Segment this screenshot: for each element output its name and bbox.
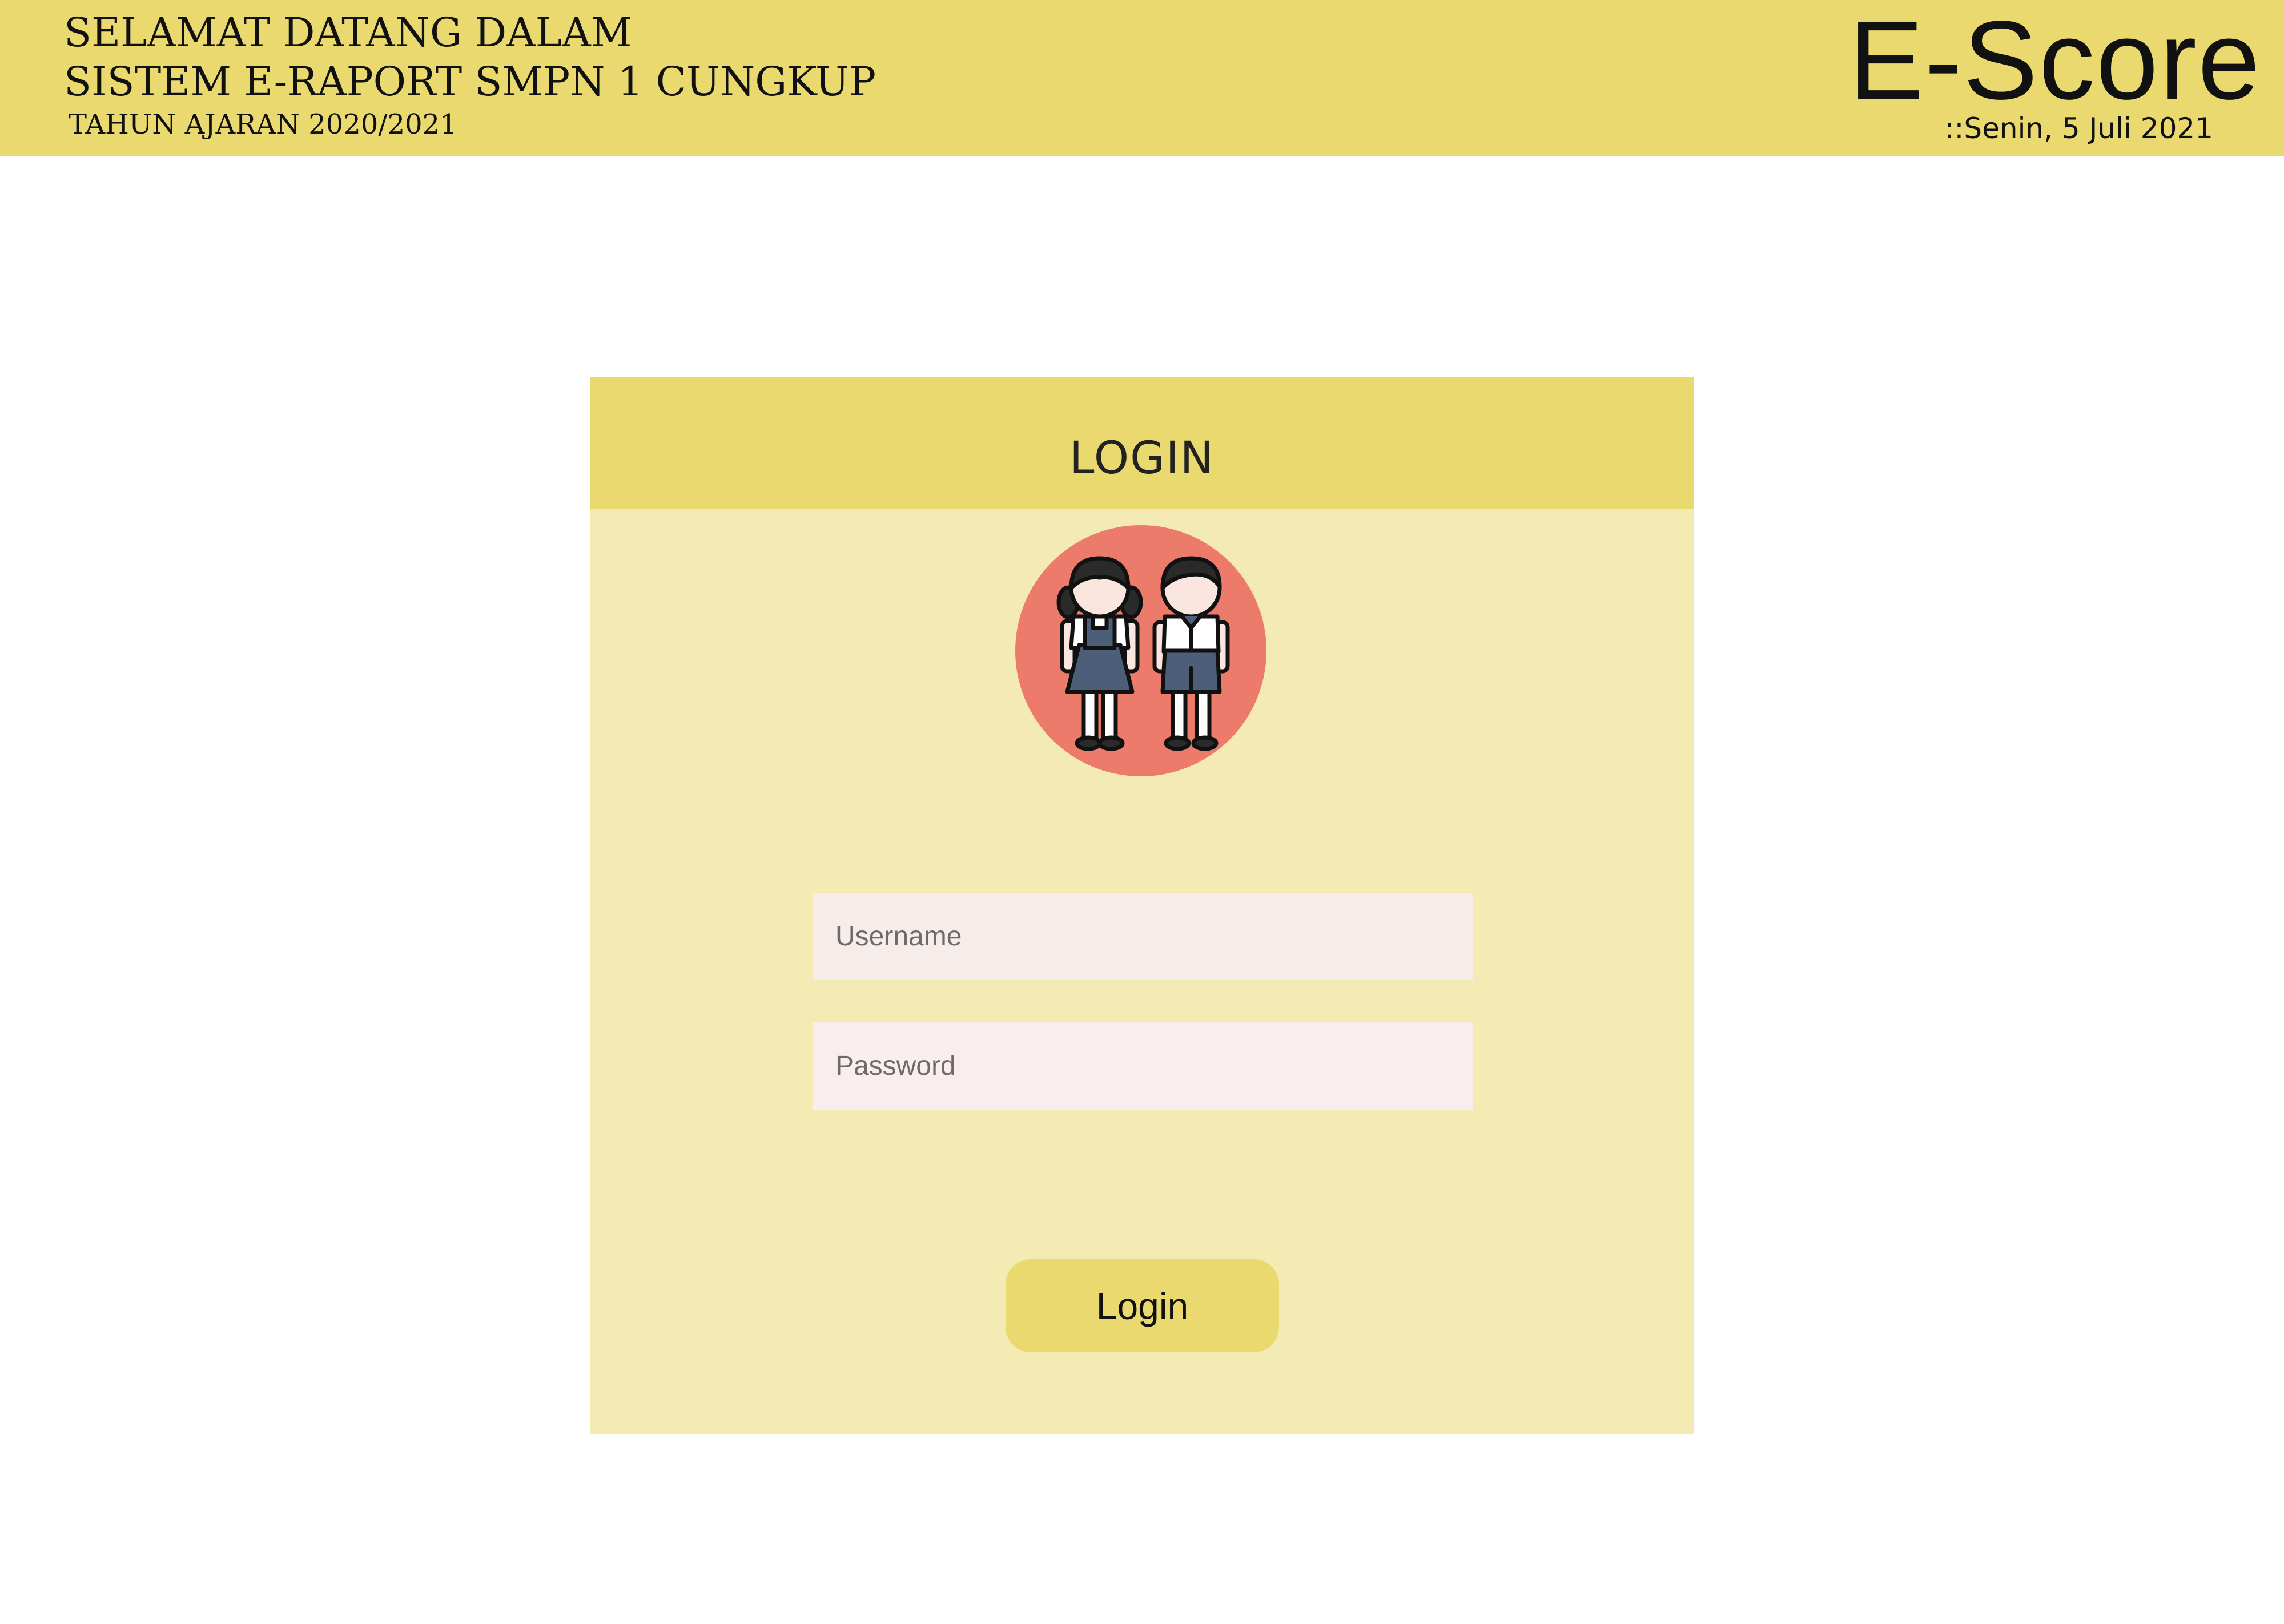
welcome-title-line-2: SISTEM E-RAPORT SMPN 1 CUNGKUP — [64, 58, 876, 105]
login-card-header: LOGIN — [590, 377, 1694, 509]
current-date: ::Senin, 5 Juli 2021 — [1944, 112, 2213, 145]
welcome-title-line-1: SELAMAT DATANG DALAM — [64, 9, 632, 56]
students-icon — [1015, 525, 1266, 776]
login-card: LOGIN Username Login — [590, 377, 1694, 1434]
top-header: SELAMAT DATANG DALAM SISTEM E-RAPORT SMP… — [0, 0, 2284, 156]
password-input[interactable] — [813, 1022, 1473, 1110]
login-button[interactable]: Login — [1006, 1259, 1279, 1352]
brand-logo-text: E-Score — [1848, 0, 2261, 123]
login-title: LOGIN — [1069, 433, 1215, 484]
academic-year: TAHUN AJARAN 2020/2021 — [69, 108, 457, 140]
username-input[interactable] — [813, 893, 1473, 980]
